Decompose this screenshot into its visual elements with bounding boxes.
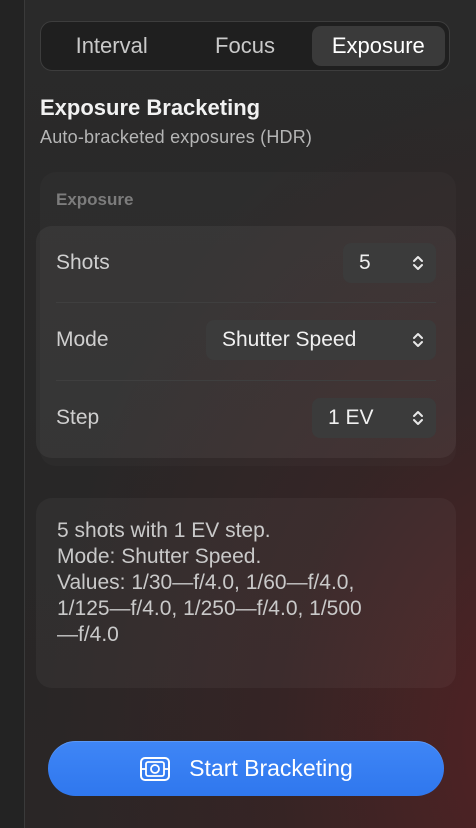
summary-line: 1/125—f/4.0, 1/250—f/4.0, 1/500 — [57, 597, 362, 620]
mode-label: Mode — [56, 328, 109, 351]
summary-line: Values: 1/30—f/4.0, 1/60—f/4.0, — [57, 571, 355, 594]
shots-row: Shots 5 — [56, 233, 436, 293]
window-edge — [0, 0, 25, 828]
chevron-updown-icon — [413, 333, 423, 347]
tab-focus[interactable]: Focus — [178, 26, 311, 66]
mode-tabs: Interval Focus Exposure — [40, 21, 450, 71]
step-select[interactable]: 1 EV — [312, 398, 436, 438]
mode-select[interactable]: Shutter Speed — [206, 320, 436, 360]
summary-line: —f/4.0 — [57, 623, 119, 646]
mode-row: Mode Shutter Speed — [56, 310, 436, 370]
step-row: Step 1 EV — [56, 388, 436, 448]
chevron-updown-icon — [413, 256, 423, 270]
row-divider — [56, 380, 436, 381]
section-label: Exposure — [56, 190, 134, 209]
start-bracketing-label: Start Bracketing — [189, 755, 353, 781]
page-subtitle: Auto-bracketed exposures (HDR) — [40, 127, 313, 147]
chevron-updown-icon — [413, 411, 423, 425]
step-value: 1 EV — [328, 406, 374, 429]
shots-value: 5 — [359, 251, 371, 274]
shots-select[interactable]: 5 — [343, 243, 436, 283]
step-label: Step — [56, 406, 100, 429]
tab-exposure[interactable]: Exposure — [311, 26, 445, 66]
summary-line: 5 shots with 1 EV step. — [57, 519, 271, 542]
summary-line: Mode: Shutter Speed. — [57, 545, 262, 568]
shots-label: Shots — [56, 251, 110, 274]
bracketing-summary: 5 shots with 1 EV step. Mode: Shutter Sp… — [36, 498, 456, 688]
page-title: Exposure Bracketing — [40, 95, 261, 120]
tab-interval[interactable]: Interval — [45, 26, 178, 66]
mode-value: Shutter Speed — [222, 328, 357, 351]
row-divider — [56, 302, 436, 303]
bracketing-icon — [140, 756, 171, 781]
start-bracketing-button[interactable]: Start Bracketing — [48, 741, 444, 796]
